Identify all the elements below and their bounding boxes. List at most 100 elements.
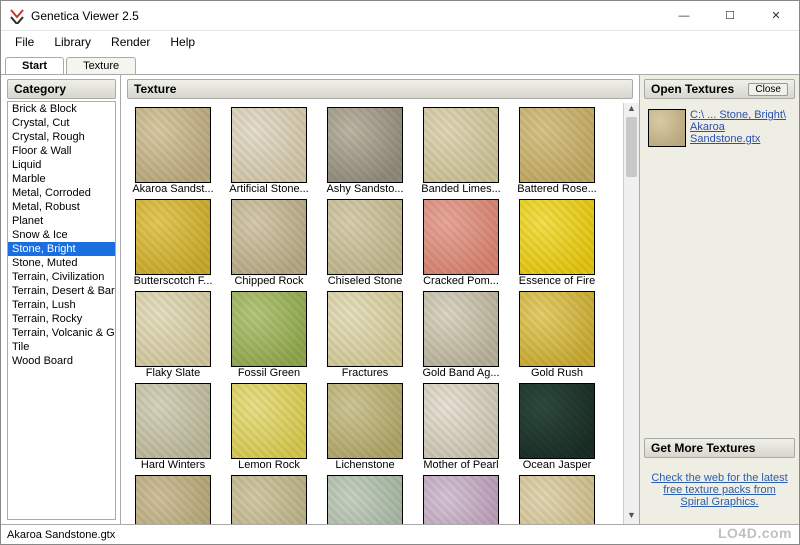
- texture-item[interactable]: Artificial Stone...: [223, 107, 315, 195]
- texture-thumb: [231, 475, 307, 524]
- category-item[interactable]: Crystal, Rough: [8, 130, 115, 144]
- category-item[interactable]: Stone, Bright: [8, 242, 115, 256]
- tab-texture[interactable]: Texture: [66, 57, 136, 74]
- category-item[interactable]: Terrain, Volcanic & Ga: [8, 326, 115, 340]
- scroll-up-icon[interactable]: ▲: [624, 103, 639, 117]
- category-item[interactable]: Terrain, Civilization: [8, 270, 115, 284]
- texture-thumb: [231, 199, 307, 275]
- texture-item[interactable]: Lemon Rock: [223, 383, 315, 471]
- open-texture-line3: Sandstone.gtx: [690, 133, 760, 145]
- texture-grid: Akaroa Sandst...Artificial Stone... Ashy …: [127, 107, 621, 524]
- sidebar-spacer: [640, 155, 799, 434]
- open-texture-line1: C:\ ... Stone, Bright\: [690, 109, 786, 121]
- menu-library[interactable]: Library: [44, 33, 101, 51]
- minimize-button[interactable]: —: [661, 1, 707, 30]
- texture-label: Essence of Fire: [512, 275, 602, 287]
- texture-label: Ashy Sandsto...: [320, 183, 410, 195]
- texture-thumb: [423, 107, 499, 183]
- category-item[interactable]: Wood Board: [8, 354, 115, 368]
- category-item[interactable]: Brick & Block: [8, 102, 115, 116]
- close-open-textures-button[interactable]: Close: [748, 83, 788, 96]
- texture-thumb: [327, 475, 403, 524]
- category-item[interactable]: Snow & Ice: [8, 228, 115, 242]
- texture-item[interactable]: Ashy Sandsto...: [319, 107, 411, 195]
- texture-thumb: [519, 107, 595, 183]
- menu-render[interactable]: Render: [101, 33, 160, 51]
- status-text: Akaroa Sandstone.gtx: [7, 529, 115, 541]
- scroll-thumb[interactable]: [626, 117, 637, 177]
- maximize-button[interactable]: ☐: [707, 1, 753, 30]
- category-panel: Category Brick & BlockCrystal, CutCrysta…: [1, 75, 121, 524]
- app-title: Genetica Viewer 2.5: [31, 9, 661, 23]
- menu-help[interactable]: Help: [160, 33, 205, 51]
- statusbar: Akaroa Sandstone.gtx: [1, 524, 799, 544]
- texture-scroll: Akaroa Sandst...Artificial Stone... Ashy …: [121, 103, 623, 524]
- app-window: Genetica Viewer 2.5 — ☐ ✕ File Library R…: [0, 0, 800, 545]
- texture-item[interactable]: [319, 475, 411, 524]
- category-header: Category: [7, 79, 116, 99]
- get-more-panel: Check the web for the latest free textur…: [640, 460, 799, 524]
- category-item[interactable]: Terrain, Desert & Barre: [8, 284, 115, 298]
- texture-panel: Texture Akaroa Sandst...Artificial Stone…: [121, 75, 639, 524]
- texture-item[interactable]: Banded Limes...: [415, 107, 507, 195]
- titlebar: Genetica Viewer 2.5 — ☐ ✕: [1, 1, 799, 31]
- texture-item[interactable]: Cracked Pom...: [415, 199, 507, 287]
- category-item[interactable]: Tile: [8, 340, 115, 354]
- texture-item[interactable]: Hard Winters: [127, 383, 219, 471]
- texture-item[interactable]: [127, 475, 219, 524]
- texture-item[interactable]: Mother of Pearl: [415, 383, 507, 471]
- open-texture-item[interactable]: C:\ ... Stone, Bright\ Akaroa Sandstone.…: [644, 105, 795, 151]
- get-more-header: Get More Textures: [644, 438, 795, 458]
- texture-thumb: [519, 475, 595, 524]
- scroll-down-icon[interactable]: ▼: [624, 510, 639, 524]
- texture-scrollbar[interactable]: ▲ ▼: [623, 103, 639, 524]
- texture-item[interactable]: Fractures: [319, 291, 411, 379]
- category-item[interactable]: Liquid: [8, 158, 115, 172]
- texture-thumb: [423, 475, 499, 524]
- texture-item[interactable]: Gold Rush: [511, 291, 603, 379]
- texture-item[interactable]: [415, 475, 507, 524]
- texture-item[interactable]: Butterscotch F...: [127, 199, 219, 287]
- category-item[interactable]: Planet: [8, 214, 115, 228]
- texture-item[interactable]: Fossil Green: [223, 291, 315, 379]
- category-item[interactable]: Metal, Corroded: [8, 186, 115, 200]
- get-more-link[interactable]: Check the web for the latest free textur…: [646, 466, 793, 518]
- menu-file[interactable]: File: [5, 33, 44, 51]
- category-item[interactable]: Stone, Muted: [8, 256, 115, 270]
- texture-item[interactable]: Essence of Fire: [511, 199, 603, 287]
- texture-area: Akaroa Sandst...Artificial Stone... Ashy …: [121, 103, 639, 524]
- texture-item[interactable]: Lichenstone: [319, 383, 411, 471]
- open-texture-line2: Akaroa: [690, 121, 725, 133]
- texture-item[interactable]: [223, 475, 315, 524]
- texture-label: Gold Band Ag...: [416, 367, 506, 379]
- texture-label: Flaky Slate: [128, 367, 218, 379]
- texture-item[interactable]: Chipped Rock: [223, 199, 315, 287]
- texture-label: Hard Winters: [128, 459, 218, 471]
- category-item[interactable]: Terrain, Rocky: [8, 312, 115, 326]
- category-list[interactable]: Brick & BlockCrystal, CutCrystal, RoughF…: [7, 101, 116, 520]
- texture-item[interactable]: Gold Band Ag...: [415, 291, 507, 379]
- texture-thumb: [231, 107, 307, 183]
- texture-item[interactable]: Ocean Jasper: [511, 383, 603, 471]
- tabs: Start Texture: [1, 53, 799, 75]
- category-item[interactable]: Floor & Wall: [8, 144, 115, 158]
- texture-item[interactable]: Flaky Slate: [127, 291, 219, 379]
- texture-thumb: [327, 199, 403, 275]
- texture-item[interactable]: Akaroa Sandst...: [127, 107, 219, 195]
- texture-label: Lemon Rock: [224, 459, 314, 471]
- close-window-button[interactable]: ✕: [753, 1, 799, 30]
- texture-label: Lichenstone: [320, 459, 410, 471]
- category-item[interactable]: Metal, Robust: [8, 200, 115, 214]
- texture-label: Fractures: [320, 367, 410, 379]
- tab-start[interactable]: Start: [5, 57, 64, 74]
- texture-item[interactable]: [511, 475, 603, 524]
- texture-thumb: [135, 107, 211, 183]
- texture-label: Chiseled Stone: [320, 275, 410, 287]
- open-texture-link[interactable]: C:\ ... Stone, Bright\ Akaroa Sandstone.…: [690, 109, 786, 145]
- category-item[interactable]: Marble: [8, 172, 115, 186]
- category-item[interactable]: Crystal, Cut: [8, 116, 115, 130]
- texture-item[interactable]: Chiseled Stone: [319, 199, 411, 287]
- texture-item[interactable]: Battered Rose...: [511, 107, 603, 195]
- sidebar: Open Textures Close C:\ ... Stone, Brigh…: [639, 75, 799, 524]
- category-item[interactable]: Terrain, Lush: [8, 298, 115, 312]
